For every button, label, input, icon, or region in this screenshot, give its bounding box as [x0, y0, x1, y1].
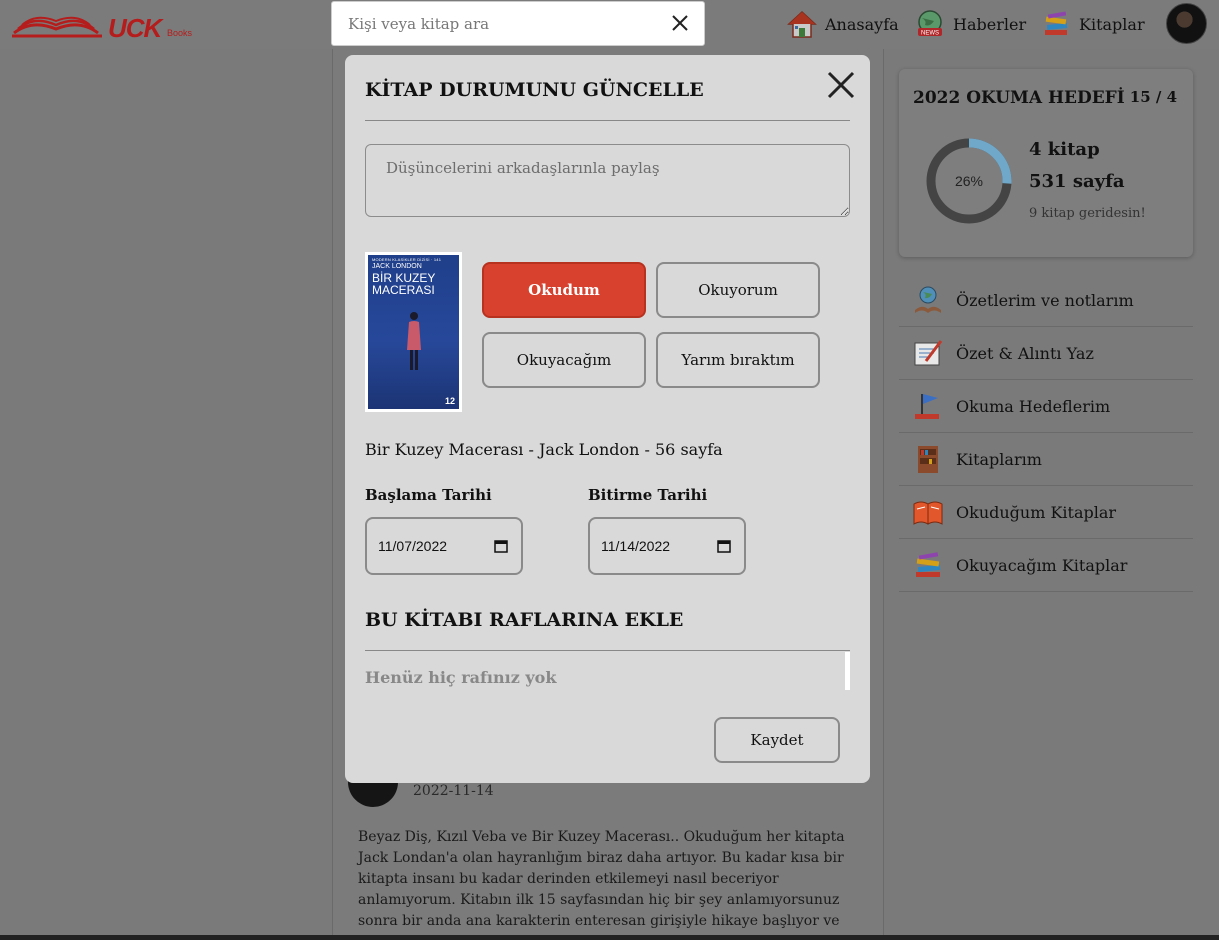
goal-percent: 26% — [954, 173, 984, 189]
book-stack-icon — [916, 552, 941, 577]
shelves-empty-text: Henüz hiç rafınız yok — [365, 668, 557, 687]
sidebar-item-my-books[interactable]: Kitaplarım — [899, 433, 1193, 486]
end-date-label: Bitirme Tarihi — [588, 486, 708, 504]
globe-book-icon — [915, 286, 941, 313]
bookshelf-icon — [918, 446, 938, 473]
post-body: Beyaz Diş, Kızıl Veba ve Bir Kuzey Macer… — [358, 829, 845, 940]
end-date-value: 11/14/2022 — [601, 538, 671, 554]
book-cover: MODERN KLASİKLER DİZİSİ · 141 JACK LONDO… — [365, 252, 462, 412]
home-icon — [787, 10, 817, 38]
cover-series: MODERN KLASİKLER DİZİSİ · 141 — [372, 257, 442, 262]
cover-author: JACK LONDON — [372, 263, 422, 270]
sidebar-item-label: Okuduğum Kitaplar — [956, 502, 1117, 522]
shelves-scrollbar[interactable] — [845, 652, 850, 690]
logo-subtext: Books — [167, 28, 193, 38]
search-box — [331, 1, 705, 46]
nav-books[interactable]: Kitaplar — [1041, 6, 1145, 42]
sidebar-item-label: Özet & Alıntı Yaz — [956, 343, 1094, 363]
nav-news[interactable]: NEWS Haberler — [915, 6, 1026, 42]
goal-title: 2022 OKUMA HEDEFİ — [913, 88, 1125, 108]
status-to-read-button[interactable]: Okuyacağım — [482, 332, 646, 388]
close-icon[interactable] — [825, 69, 857, 101]
book-info: Bir Kuzey Macerası - Jack London - 56 sa… — [365, 440, 723, 459]
goal-note: 9 kitap geridesin! — [1029, 206, 1146, 221]
sidebar-menu: Özetlerim ve notlarım Özet & Alıntı Yaz … — [899, 274, 1193, 592]
search-input[interactable] — [348, 12, 648, 36]
user-avatar[interactable] — [1166, 3, 1207, 44]
divider — [365, 120, 850, 121]
book-stack-icon — [1045, 11, 1068, 35]
start-date-label: Başlama Tarihi — [365, 486, 492, 504]
sidebar-item-label: Okuma Hedeflerim — [956, 396, 1111, 416]
open-book-logo-icon — [12, 16, 102, 38]
sidebar-item-label: Kitaplarım — [956, 449, 1042, 469]
goal-count: 15 / 4 — [1129, 88, 1177, 106]
update-book-status-modal: KİTAP DURUMUNU GÜNCELLE MODERN KLASİKLER… — [345, 55, 870, 783]
right-sidebar: 2022 OKUMA HEDEFİ 15 / 4 26% 4 kitap 531… — [884, 49, 1219, 940]
status-reading-button[interactable]: Okuyorum — [656, 262, 820, 318]
end-date-input[interactable]: 11/14/2022 — [588, 517, 746, 575]
nav-news-label: Haberler — [953, 14, 1027, 34]
shelves-title: BU KİTABI RAFLARINA EKLE — [365, 609, 684, 631]
notebook-pen-icon — [914, 340, 943, 366]
svg-text:NEWS: NEWS — [921, 31, 939, 37]
sidebar-item-to-read-books[interactable]: Okuyacağım Kitaplar — [899, 539, 1193, 592]
status-read-button[interactable]: Okudum — [482, 262, 646, 318]
logo-text: UCK — [108, 13, 162, 43]
sidebar-item-read-books[interactable]: Okuduğum Kitaplar — [899, 486, 1193, 539]
news-globe-icon: NEWS — [918, 10, 942, 37]
nav-books-label: Kitaplar — [1079, 14, 1145, 34]
sidebar-item-summaries[interactable]: Özetlerim ve notlarım — [899, 274, 1193, 327]
reading-goal-card[interactable]: 2022 OKUMA HEDEFİ 15 / 4 26% 4 kitap 531… — [899, 69, 1193, 257]
start-date-input[interactable]: 11/07/2022 — [365, 517, 523, 575]
uck-books-logo[interactable]: UCK Books — [12, 9, 192, 43]
modal-title: KİTAP DURUMUNU GÜNCELLE — [365, 79, 704, 101]
cover-number: 12 — [444, 396, 455, 406]
nav-home-label: Anasayfa — [825, 14, 899, 34]
start-date-value: 11/07/2022 — [378, 538, 448, 554]
top-navbar: UCK Books Anasayfa NEWS Haberler — [0, 0, 1219, 49]
calendar-icon[interactable] — [494, 539, 508, 553]
save-button[interactable]: Kaydet — [714, 717, 840, 763]
goal-books: 4 kitap — [1029, 139, 1100, 160]
sidebar-item-reading-goals[interactable]: Okuma Hedeflerim — [899, 380, 1193, 433]
post-date: 2022-11-14 — [413, 783, 494, 799]
close-icon[interactable] — [670, 13, 690, 33]
goal-pages: 531 sayfa — [1029, 171, 1125, 192]
nav-home[interactable]: Anasayfa — [787, 6, 899, 42]
thoughts-textarea[interactable] — [365, 144, 850, 217]
sidebar-item-label: Özetlerim ve notlarım — [956, 290, 1134, 310]
bottom-scroll-strip — [0, 935, 1219, 940]
status-abandoned-button[interactable]: Yarım bıraktım — [656, 332, 820, 388]
calendar-icon[interactable] — [717, 539, 731, 553]
sidebar-item-label: Okuyacağım Kitaplar — [956, 555, 1128, 575]
sidebar-item-write-summary[interactable]: Özet & Alıntı Yaz — [899, 327, 1193, 380]
cover-figure-illustration — [407, 312, 421, 370]
flag-book-icon — [915, 394, 939, 419]
cover-title: BİR KUZEY MACERASI — [372, 271, 436, 297]
open-book-icon — [913, 501, 943, 525]
divider — [365, 650, 850, 651]
